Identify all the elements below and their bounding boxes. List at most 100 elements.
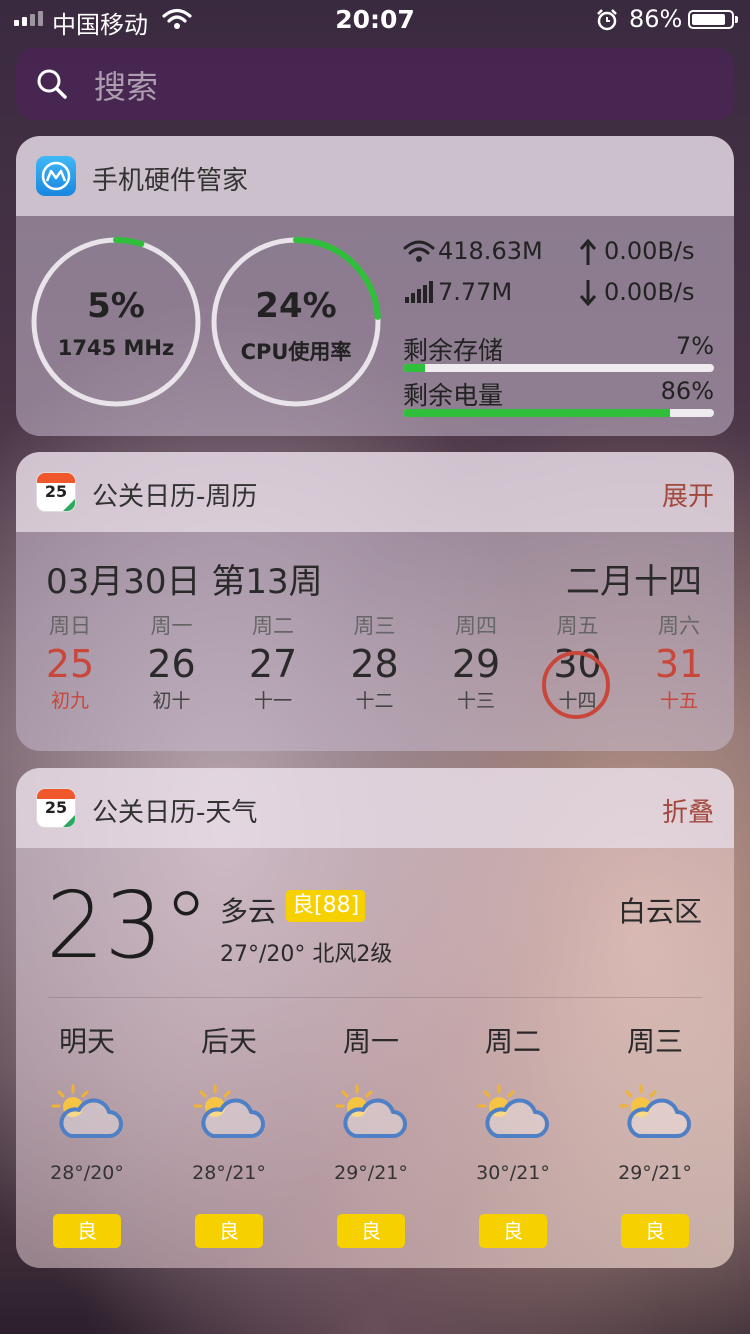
widget-header: 25 公关日历-天气 折叠: [16, 768, 734, 848]
day-number: 25: [45, 642, 95, 686]
forecast-day-label: 周三: [626, 1025, 683, 1058]
forecast-aqi-badge: 良: [621, 1214, 689, 1248]
forecast-aqi-badge: 良: [53, 1214, 121, 1248]
partly-cloudy-icon: [51, 1082, 123, 1144]
gauge-label: CPU使用率: [240, 340, 352, 364]
search-bar[interactable]: 搜索: [16, 48, 734, 120]
week-calendar-widget[interactable]: 25 公关日历-周历 展开 03月30日 第13周 二月十四 周日 25 初九 周一 2…: [16, 452, 734, 751]
calendar-day[interactable]: 周六 31 十五: [629, 610, 729, 713]
weekday-label: 周四: [455, 614, 497, 638]
gauge-label: 1745 MHz: [57, 336, 175, 360]
day-number: 29: [451, 642, 501, 686]
day-number: 31: [654, 642, 704, 686]
partly-cloudy-icon: [193, 1082, 265, 1144]
cellular-icon: [405, 281, 433, 303]
forecast-temp: 29°/21°: [618, 1162, 692, 1184]
forecast-temp: 28°/20°: [50, 1162, 124, 1184]
calendar-day[interactable]: 周四 29 十三: [426, 610, 526, 713]
search-icon: [37, 69, 67, 99]
calendar-app-icon: 25: [36, 788, 76, 828]
current-temperature: 23°: [46, 872, 210, 979]
forecast-day: 周一 29°/21° 良: [300, 1020, 442, 1248]
lunar-day: 十五: [659, 690, 698, 712]
forecast-temp: 29°/21°: [334, 1162, 408, 1184]
expand-button[interactable]: 展开: [662, 476, 714, 513]
hardware-app-icon: [36, 156, 76, 196]
alarm-icon: [597, 9, 617, 31]
weekday-label: 周三: [353, 614, 396, 638]
forecast-aqi-badge: 良: [337, 1214, 405, 1248]
storage-progress: [403, 364, 714, 372]
wifi-icon: [403, 240, 435, 262]
partly-cloudy-icon: [477, 1082, 549, 1144]
day-number: 28: [350, 642, 399, 686]
battery-label: 剩余电量: [403, 381, 504, 410]
calendar-day[interactable]: 周日 25 初九: [20, 610, 120, 713]
partly-cloudy-icon: [619, 1082, 691, 1144]
lunar-day: 初十: [152, 690, 191, 712]
forecast-aqi-badge: 良: [195, 1214, 263, 1248]
weekday-label: 周二: [252, 614, 294, 638]
battery-percent: 86%: [629, 5, 683, 33]
day-number: 26: [147, 642, 196, 686]
lunar-day: 初九: [50, 690, 89, 712]
battery-icon: [688, 10, 738, 29]
widget-title: 公关日历-天气: [92, 798, 258, 828]
widget-header: 25 公关日历-周历 展开: [16, 452, 734, 532]
forecast-day-label: 后天: [200, 1025, 257, 1058]
forecast-aqi-badge: 良: [479, 1214, 547, 1248]
hardware-widget[interactable]: 手机硬件管家 5% 1745 MHz 24% CPU使用率 418.63M 7.…: [16, 136, 734, 436]
gauge-value: 24%: [255, 286, 337, 326]
storage-value: 7%: [675, 332, 714, 360]
forecast-day: 周三 29°/21° 良: [584, 1020, 726, 1248]
search-placeholder: 搜索: [94, 68, 159, 106]
current-date: 03月30日 第13周: [46, 562, 323, 602]
forecast-day-label: 周一: [342, 1025, 399, 1058]
divider: [48, 997, 702, 998]
gauge-value: 5%: [87, 286, 145, 326]
lunar-day: 十二: [355, 690, 394, 712]
location: 白云区: [617, 895, 702, 928]
weekday-label: 周一: [150, 614, 193, 638]
download-speed: 0.00B/s: [604, 278, 695, 306]
storage-label: 剩余存储: [403, 336, 504, 365]
day-number: 27: [248, 642, 298, 686]
cpu-usage-gauge: 24% CPU使用率: [210, 236, 382, 412]
cpu-frequency-gauge: 5% 1745 MHz: [30, 236, 202, 412]
collapse-button[interactable]: 折叠: [662, 792, 714, 829]
cellular-traffic: 7.77M: [438, 278, 513, 306]
calendar-day[interactable]: 周三 28 十二: [325, 610, 425, 713]
weather-widget[interactable]: 25 公关日历-天气 折叠 23° 多云 良[88] 27°/20° 北风2级 …: [16, 768, 734, 1268]
weekday-label: 周五: [556, 614, 599, 638]
forecast-day: 周二 30°/21° 良: [442, 1020, 584, 1248]
temp-range-wind: 27°/20° 北风2级: [220, 942, 393, 967]
battery-progress: [403, 409, 714, 417]
forecast-day-label: 明天: [58, 1025, 115, 1058]
widget-title: 手机硬件管家: [92, 166, 249, 196]
weekday-label: 周日: [49, 614, 91, 638]
upload-speed: 0.00B/s: [604, 237, 695, 265]
calendar-day[interactable]: 周一 26 初十: [122, 610, 222, 713]
status-bar: 中国移动 20:07 86%: [0, 0, 750, 40]
lunar-date: 二月十四: [566, 562, 702, 602]
partly-cloudy-icon: [335, 1082, 407, 1144]
upload-arrow-icon: [579, 239, 597, 265]
wifi-traffic: 418.63M: [438, 237, 543, 265]
widget-header: 手机硬件管家: [16, 136, 734, 216]
lunar-day: 十一: [253, 690, 292, 712]
forecast-day: 后天 28°/21° 良: [158, 1020, 300, 1248]
weekday-label: 周六: [658, 614, 700, 638]
forecast-day-label: 周二: [484, 1025, 541, 1058]
download-arrow-icon: [579, 280, 597, 306]
weather-condition: 多云: [220, 895, 277, 928]
widget-title: 公关日历-周历: [92, 482, 258, 512]
calendar-app-icon: 25: [36, 472, 76, 512]
battery-value: 86%: [660, 377, 714, 405]
forecast-temp: 28°/21°: [192, 1162, 266, 1184]
forecast-day: 明天 28°/20° 良: [16, 1020, 158, 1248]
forecast-temp: 30°/21°: [476, 1162, 550, 1184]
lunar-day: 十三: [456, 690, 495, 712]
today-indicator: [542, 651, 610, 719]
calendar-day[interactable]: 周二 27 十一: [223, 610, 323, 713]
aqi-badge: 良[88]: [286, 890, 366, 922]
